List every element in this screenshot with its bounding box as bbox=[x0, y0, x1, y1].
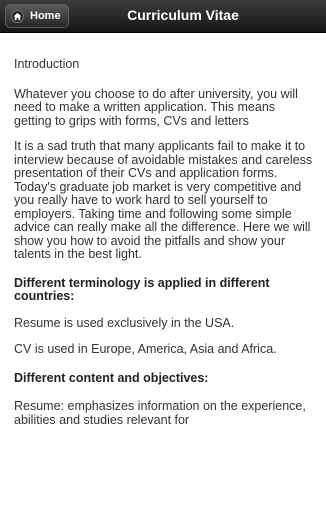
applicants-paragraph: It is a sad truth that many applicants f… bbox=[14, 139, 313, 261]
resume-usa-text: Resume is used exclusively in the USA. bbox=[14, 315, 235, 330]
intro-paragraph: Whatever you choose to do after universi… bbox=[14, 86, 298, 128]
app-header: Home Curriculum Vitae bbox=[0, 0, 326, 33]
cv-regions-text: CV is used in Europe, America, Asia and … bbox=[14, 342, 277, 356]
article-content: Introduction Whatever you choose to do a… bbox=[14, 57, 316, 427]
resume-emphasis-text: Resume: emphasizes information on the ex… bbox=[14, 399, 306, 427]
page-title: Curriculum Vitae bbox=[127, 7, 239, 23]
terminology-heading: Different terminology is applied in diff… bbox=[14, 275, 270, 303]
content-objectives-heading: Different content and objectives: bbox=[14, 370, 209, 385]
intro-heading: Introduction bbox=[14, 57, 80, 71]
